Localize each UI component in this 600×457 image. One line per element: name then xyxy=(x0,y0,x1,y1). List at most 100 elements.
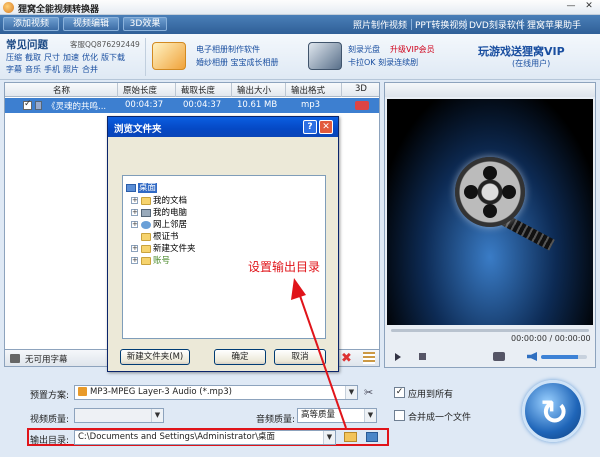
faq-link[interactable]: 版下载 xyxy=(101,53,125,62)
chevron-down-icon[interactable]: ▼ xyxy=(323,431,335,444)
karaoke-link[interactable]: 卡拉OK 刻录连续剧 xyxy=(348,57,418,68)
apply-all-checkbox[interactable]: ✓ xyxy=(394,387,405,398)
help-icon[interactable]: ? xyxy=(303,120,317,134)
vip-promo-title[interactable]: 玩游戏送狸窝VIP xyxy=(478,43,565,59)
promo-divider xyxy=(145,38,146,76)
faq-link[interactable]: 加速 xyxy=(63,53,79,62)
new-folder-button[interactable]: 新建文件夹(M) xyxy=(120,349,190,365)
faq-link[interactable]: 手机 xyxy=(44,65,60,74)
file-cut-length: 00:04:37 xyxy=(183,100,222,110)
stop-icon[interactable] xyxy=(419,353,426,360)
folder-icon xyxy=(141,232,151,241)
col-name[interactable]: 名称 xyxy=(53,84,70,96)
expand-icon[interactable]: + xyxy=(131,257,138,264)
preset-select[interactable]: MP3-MPEG Layer-3 Audio (*.mp3) ▼ xyxy=(74,385,358,400)
expand-icon[interactable]: + xyxy=(131,221,138,228)
3d-effect-button[interactable]: 3D效果 xyxy=(123,17,167,31)
app-title: 狸窝全能视频转换器 xyxy=(18,5,100,15)
chevron-down-icon[interactable]: ▼ xyxy=(345,386,357,399)
faq-link[interactable]: 压缩 xyxy=(6,53,22,62)
list-icon[interactable] xyxy=(363,352,375,364)
faq-link[interactable]: 尺寸 xyxy=(44,53,60,62)
faq-link[interactable]: 照片 xyxy=(63,65,79,74)
faq-link[interactable]: 音乐 xyxy=(25,65,41,74)
tree-item-label: 账号 xyxy=(153,256,171,266)
output-dir-select[interactable]: C:\Documents and Settings\Administrator\… xyxy=(74,430,336,445)
tree-item-network[interactable]: 网上邻居 xyxy=(141,218,187,230)
photo-video-link[interactable]: 照片制作视频 xyxy=(353,18,407,31)
vip-promo-sub: (在线用户) xyxy=(512,59,551,68)
table-row[interactable]: 《灵魂的共鸣... 00:04:37 00:04:37 10.61 MB mp3 xyxy=(5,98,379,113)
toolbar-divider xyxy=(465,19,466,30)
volume-icon[interactable] xyxy=(527,352,537,361)
desktop-icon xyxy=(126,183,136,192)
close-window-icon[interactable]: ✕ xyxy=(581,1,597,13)
tree-item-desktop[interactable]: 桌面 xyxy=(126,181,158,193)
file-name: 《灵魂的共鸣... xyxy=(47,102,107,112)
output-dir-value: C:\Documents and Settings\Administrator\… xyxy=(78,432,276,442)
ok-button[interactable]: 确定 xyxy=(214,349,266,365)
close-icon[interactable]: ✕ xyxy=(319,120,333,134)
support-qq[interactable]: 客服QQ876292449 xyxy=(70,39,140,50)
folder-tree[interactable]: 桌面 + 我的文档 + 我的电脑 + 网上邻居 根证书 + 新建文件夹 + 账号 xyxy=(122,175,326,339)
dvd-burn-link[interactable]: DVD刻录软件 xyxy=(469,18,525,31)
row-checkbox[interactable] xyxy=(23,99,32,110)
folder-icon xyxy=(141,244,151,253)
audio-quality-select[interactable]: 高等质量 ▼ xyxy=(297,408,377,423)
tree-item-new-folder[interactable]: 新建文件夹 xyxy=(141,242,196,254)
col-orig-length[interactable]: 原始长度 xyxy=(123,84,157,96)
col-cut-length[interactable]: 截取长度 xyxy=(181,84,215,96)
convert-icon[interactable]: ↻ xyxy=(540,393,569,433)
dialog-title-bar: 浏览文件夹 ? ✕ xyxy=(108,117,338,137)
tree-item-root-cert[interactable]: 根证书 xyxy=(141,230,179,242)
tree-item-account[interactable]: 账号 xyxy=(141,254,170,266)
expand-icon[interactable]: + xyxy=(131,209,138,216)
cancel-button[interactable]: 取消 xyxy=(274,349,326,365)
folder-icon xyxy=(141,256,151,265)
col-output-size[interactable]: 输出大小 xyxy=(237,84,271,96)
tree-item-my-documents[interactable]: 我的文档 xyxy=(141,194,187,206)
minimize-icon[interactable]: — xyxy=(563,1,579,13)
faq-link[interactable]: 优化 xyxy=(82,53,98,62)
edit-video-button[interactable]: 视频编辑 xyxy=(63,17,119,31)
photo-album-icon[interactable] xyxy=(152,42,186,70)
expand-icon[interactable]: + xyxy=(131,197,138,204)
audio-quality-label: 音频质量: xyxy=(256,415,296,425)
faq-link[interactable]: 截取 xyxy=(25,53,41,62)
col-3d[interactable]: 3D xyxy=(355,84,367,94)
faq-link[interactable]: 字幕 xyxy=(6,65,22,74)
ppt-video-link[interactable]: PPT转换视频 xyxy=(415,18,467,31)
disc-phone-icon[interactable] xyxy=(308,42,342,70)
open-folder-icon[interactable] xyxy=(366,432,378,442)
subtitle-select[interactable]: 无可用字幕 xyxy=(25,353,68,365)
burn-disc-link[interactable]: 刻录光盘 xyxy=(348,44,380,55)
tree-item-my-computer[interactable]: 我的电脑 xyxy=(141,206,187,218)
apple-helper-link[interactable]: 狸窝苹果助手 xyxy=(527,18,581,31)
browse-folder-icon[interactable] xyxy=(344,432,357,442)
subtitle-icon xyxy=(10,354,20,363)
expand-icon[interactable]: + xyxy=(131,245,138,252)
preview-panel: 00:00:00 / 00:00:00 xyxy=(384,82,596,368)
col-output-format[interactable]: 输出格式 xyxy=(291,84,325,96)
faq-link[interactable]: 合并 xyxy=(82,65,98,74)
upgrade-vip-link[interactable]: 升级VIP会员 xyxy=(390,44,435,55)
app-logo-icon xyxy=(3,2,14,13)
video-quality-select[interactable]: ▼ xyxy=(74,408,164,423)
seek-bar[interactable] xyxy=(391,329,589,332)
file-orig-length: 00:04:37 xyxy=(125,100,164,110)
add-video-button[interactable]: 添加视频 xyxy=(3,17,59,31)
album-types-link[interactable]: 婚纱相册 宝宝成长相册 xyxy=(196,57,279,68)
settings-tool-icon[interactable]: ✂ xyxy=(364,386,373,399)
delete-icon[interactable]: ✖ xyxy=(341,351,352,366)
chevron-down-icon[interactable]: ▼ xyxy=(364,409,376,422)
play-icon[interactable] xyxy=(395,353,401,361)
volume-slider[interactable] xyxy=(541,355,587,359)
chevron-down-icon[interactable]: ▼ xyxy=(151,409,163,422)
merge-checkbox[interactable] xyxy=(394,410,405,421)
album-software-link[interactable]: 电子相册制作软件 xyxy=(196,44,260,55)
browse-folder-dialog: 浏览文件夹 ? ✕ 桌面 + 我的文档 + 我的电脑 + 网上邻居 根证书 + … xyxy=(107,116,339,372)
preview-header xyxy=(385,83,595,97)
3d-glasses-icon[interactable] xyxy=(355,101,369,110)
snapshot-icon[interactable] xyxy=(493,352,505,361)
file-output-size: 10.61 MB xyxy=(237,100,278,110)
